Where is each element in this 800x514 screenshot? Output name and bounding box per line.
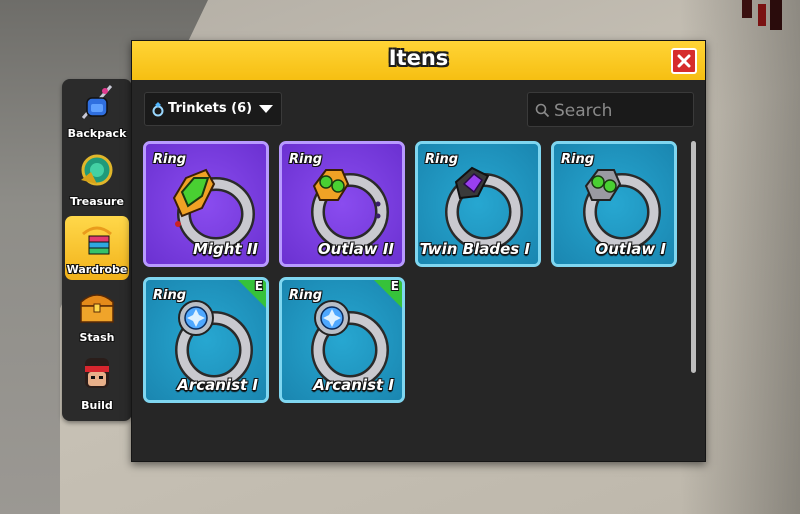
item-card-might-ii[interactable]: Ring Might II — [143, 141, 269, 267]
search-box — [527, 92, 694, 127]
item-card-arcanist-i[interactable]: Ring Arcanist I E — [279, 277, 405, 403]
equipped-badge: E — [371, 279, 402, 311]
item-name-label: Outlaw I — [595, 240, 666, 258]
treasure-icon — [81, 154, 113, 186]
stash-chest-icon — [80, 294, 114, 323]
equipped-badge-label: E — [254, 279, 263, 293]
close-button[interactable] — [671, 48, 697, 74]
item-type-label: Ring — [425, 152, 459, 167]
equipped-badge: E — [235, 279, 266, 311]
ring-might-icon — [172, 168, 255, 251]
nav-stash-button[interactable]: Stash — [65, 284, 129, 348]
item-type-label: Ring — [153, 152, 187, 167]
scenery-object — [742, 0, 782, 30]
ring-outlaw-icon — [583, 169, 661, 251]
items-window: Itens Trinkets (6) Search Ring Might II … — [131, 40, 706, 462]
build-avatar-icon — [85, 358, 109, 388]
ring-twin-blades-icon — [445, 166, 523, 251]
item-name-label: Arcanist I — [313, 376, 394, 394]
item-name-label: Arcanist I — [177, 376, 258, 394]
item-type-label: Ring — [289, 152, 323, 167]
search-input[interactable] — [552, 97, 691, 124]
nav-build-button[interactable]: Build — [65, 352, 129, 416]
nav-treasure-button[interactable]: Treasure — [65, 148, 129, 212]
wardrobe-icon — [82, 226, 112, 255]
item-type-label: Ring — [289, 288, 323, 303]
side-navigation: Backpack Treasure Wardrobe Stash Build — [62, 79, 132, 421]
window-header: Itens — [132, 41, 705, 80]
close-icon — [677, 54, 691, 68]
search-icon — [535, 103, 550, 118]
item-type-label: Ring — [153, 288, 187, 303]
nav-build-label: Build — [81, 399, 113, 412]
nav-backpack-label: Backpack — [67, 127, 127, 140]
chevron-down-icon — [259, 105, 273, 113]
ring-icon — [152, 102, 164, 117]
item-type-label: Ring — [561, 152, 595, 167]
item-name-label: Outlaw II — [317, 240, 394, 258]
category-dropdown-label: Trinkets (6) — [168, 101, 253, 116]
equipped-badge-label: E — [390, 279, 399, 293]
category-dropdown[interactable]: Trinkets (6) — [144, 92, 282, 126]
nav-stash-label: Stash — [79, 331, 115, 344]
item-card-outlaw-i[interactable]: Ring Outlaw I — [551, 141, 677, 267]
item-name-label: Might II — [192, 240, 258, 258]
window-title: Itens — [388, 46, 449, 70]
item-card-twin-blades-i[interactable]: Ring Twin Blades I — [415, 141, 541, 267]
nav-wardrobe-label: Wardrobe — [66, 263, 128, 276]
item-card-outlaw-ii[interactable]: Ring Outlaw II — [279, 141, 405, 267]
nav-treasure-label: Treasure — [70, 195, 124, 208]
ring-outlaw-icon — [311, 169, 389, 251]
item-name-label: Twin Blades I — [419, 240, 530, 258]
backpack-icon — [81, 85, 113, 119]
item-card-arcanist-i[interactable]: Ring Arcanist I E — [143, 277, 269, 403]
nav-wardrobe-button[interactable]: Wardrobe — [65, 216, 129, 280]
nav-backpack-button[interactable]: Backpack — [65, 80, 129, 144]
items-scrollbar[interactable] — [691, 141, 696, 373]
